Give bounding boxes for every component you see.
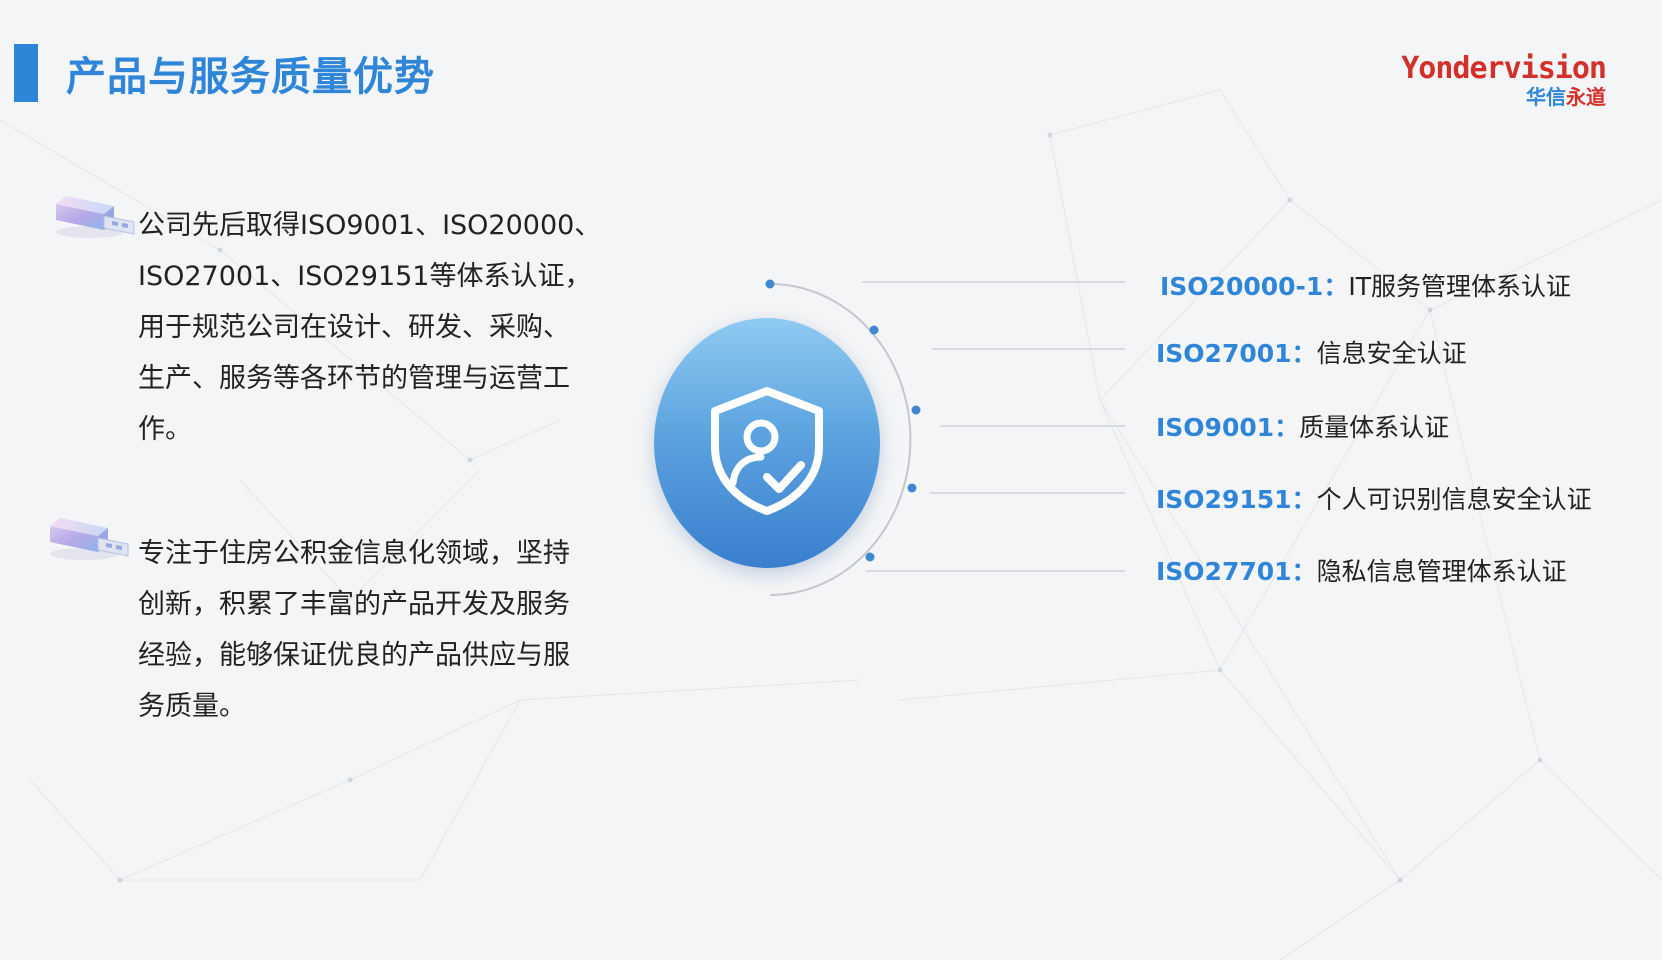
certification-code: ISO29151 xyxy=(1156,485,1292,514)
certification-code: ISO9001 xyxy=(1156,413,1275,442)
certification-description: 质量体系认证 xyxy=(1299,413,1450,442)
certification-item: ISO27701：隐私信息管理体系认证 xyxy=(1156,555,1567,589)
certification-code: ISO20000-1 xyxy=(1160,272,1324,301)
certification-separator: ： xyxy=(1291,557,1317,586)
certification-separator: ： xyxy=(1274,413,1300,442)
certification-item: ISO9001：质量体系认证 xyxy=(1156,411,1449,445)
certification-item: ISO27001：信息安全认证 xyxy=(1156,337,1467,371)
certification-item: ISO20000-1：IT服务管理体系认证 xyxy=(1160,270,1571,304)
certification-item: ISO29151：个人可识别信息安全认证 xyxy=(1156,483,1592,517)
certification-description: 隐私信息管理体系认证 xyxy=(1316,557,1567,586)
certification-separator: ： xyxy=(1291,339,1317,368)
certification-code: ISO27001 xyxy=(1156,339,1292,368)
slide: 产品与服务质量优势 Yondervision 华信永道 公司先后取得ISO900… xyxy=(0,0,1662,960)
certification-description: IT服务管理体系认证 xyxy=(1348,272,1571,301)
certification-description: 信息安全认证 xyxy=(1316,339,1467,368)
certification-description: 个人可识别信息安全认证 xyxy=(1316,485,1592,514)
shield-user-check-icon xyxy=(711,387,823,515)
certification-separator: ： xyxy=(1323,272,1349,301)
certification-separator: ： xyxy=(1291,485,1317,514)
certification-code: ISO27701 xyxy=(1156,557,1292,586)
